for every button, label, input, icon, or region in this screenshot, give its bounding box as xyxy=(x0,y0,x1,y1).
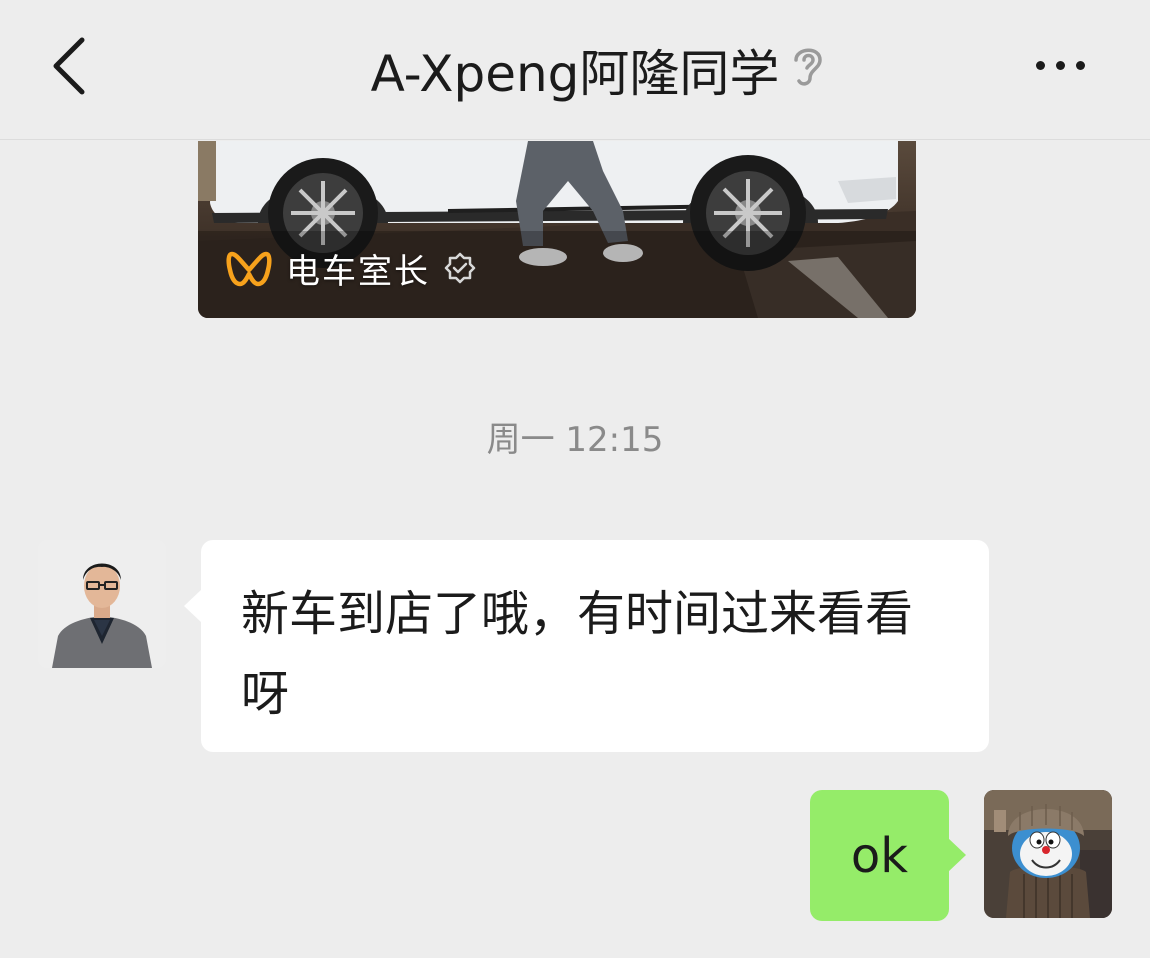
chevron-left-icon xyxy=(53,37,85,95)
more-options-button[interactable] xyxy=(1020,40,1100,90)
outgoing-message-bubble[interactable]: ok xyxy=(810,790,966,921)
chat-title: A-Xpeng阿隆同学 xyxy=(370,45,780,103)
incoming-message-bubble[interactable]: 新车到店了哦，有时间过来看看呀 xyxy=(184,540,989,752)
ear-icon[interactable] xyxy=(786,40,830,90)
message-timestamp: 周一 12:15 xyxy=(486,420,664,460)
channels-video-card[interactable]: 电车室长 xyxy=(198,141,916,318)
channel-info: 电车室长 xyxy=(226,243,476,293)
my-avatar[interactable] xyxy=(984,790,1112,918)
outgoing-message-text: ok xyxy=(850,827,909,884)
back-button[interactable] xyxy=(40,30,100,100)
my-avatar-image xyxy=(984,790,1112,918)
incoming-message-text: 新车到店了哦，有时间过来看看呀 xyxy=(241,586,914,722)
verified-badge-icon xyxy=(444,252,476,284)
channels-logo-icon xyxy=(226,251,272,287)
contact-avatar-image xyxy=(38,540,166,668)
more-dots-icon xyxy=(1035,60,1045,70)
chat-header: A-Xpeng阿隆同学 xyxy=(0,0,1150,140)
contact-avatar[interactable] xyxy=(38,540,166,668)
channel-name: 电车室长 xyxy=(286,251,430,292)
